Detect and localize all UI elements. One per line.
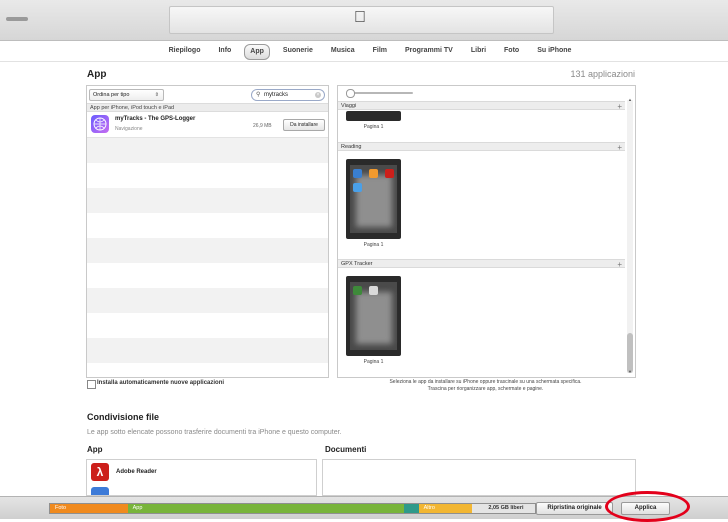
app-icon (353, 286, 362, 295)
file-sharing-title: Condivisione file (87, 412, 160, 422)
app-icon (369, 169, 378, 178)
app-icon (353, 183, 362, 192)
file-sharing-app-list: λ Adobe Reader (86, 459, 317, 496)
page-label: Pagina 1 (363, 359, 384, 365)
page-group-header: GPX Tracker + (338, 259, 625, 269)
device-tabs: Riepilogo Info App Suonerie Musica Film … (0, 44, 728, 60)
auto-install-label: Installa automaticamente nuove applicazi… (97, 380, 225, 386)
file-sharing-docs-header: Documenti (325, 445, 367, 454)
window-control-icon[interactable] (6, 17, 28, 21)
sort-select[interactable]: Ordina per tipo ⇳ (89, 89, 164, 101)
page-group-title: Reading (341, 144, 362, 150)
empty-row (87, 288, 328, 313)
capacity-segment: App (127, 504, 405, 513)
app-category: Navigazione (115, 126, 143, 132)
page-label: Pagina 1 (363, 124, 384, 130)
search-icon: ⚲ (256, 92, 261, 98)
install-button[interactable]: Da installare (283, 119, 325, 131)
tab-app[interactable]: App (244, 44, 270, 60)
search-input[interactable]: ⚲ mytracks × (251, 89, 325, 101)
page-group-header: Viaggi + (338, 101, 625, 111)
page-group-title: Viaggi (341, 103, 357, 109)
page-label: Pagina 1 (363, 242, 384, 248)
file-sharing-description: Le app sotto elencate possono trasferire… (87, 429, 342, 436)
app-icon (91, 487, 109, 495)
capacity-segment: Altro (418, 504, 472, 513)
empty-row (87, 338, 328, 363)
tab-su-iphone[interactable]: Su iPhone (532, 44, 576, 60)
capacity-segment: Foto (50, 504, 128, 513)
tab-programmi-tv[interactable]: Programmi TV (400, 44, 458, 60)
app-size: 26,9 MB (253, 123, 272, 129)
app-icon (369, 286, 378, 295)
add-icon[interactable]: + (617, 143, 622, 152)
app-icon (353, 169, 362, 178)
tab-libri[interactable]: Libri (466, 44, 491, 60)
hint-line: Trascina per riorganizzare app, schermat… (427, 386, 544, 392)
file-sharing-app-name[interactable]: Adobe Reader (116, 469, 157, 475)
blurred-content (356, 292, 392, 344)
annotation-highlight (605, 491, 690, 522)
list-item[interactable]: myTracks - The GPS-Logger Navigazione 26… (87, 113, 328, 138)
tab-riepilogo[interactable]: Riepilogo (164, 44, 206, 60)
auto-install-checkbox[interactable] (87, 380, 96, 389)
hint-text: Seleziona le app da installare su iPhone… (337, 379, 634, 393)
page-thumbnail[interactable] (346, 276, 401, 356)
tab-suonerie[interactable]: Suonerie (278, 44, 318, 60)
scrollbar-thumb[interactable] (627, 333, 633, 373)
add-icon[interactable]: + (617, 102, 622, 111)
capacity-bar: Foto App Altro 2,05 GB liberi (49, 503, 536, 514)
divider (0, 61, 728, 62)
search-value: mytracks (264, 92, 288, 98)
list-header: App per iPhone, iPod touch e iPad (87, 103, 328, 112)
page-thumbnail[interactable] (346, 111, 401, 121)
documents-list (322, 459, 636, 496)
empty-row (87, 188, 328, 213)
tab-film[interactable]: Film (368, 44, 392, 60)
home-screens-panel: Viaggi + Pagina 1 Reading + Pagina 1 GPX… (337, 85, 636, 378)
capacity-segment (404, 504, 419, 513)
page-thumbnail[interactable] (346, 159, 401, 239)
empty-row (87, 138, 328, 163)
tab-foto[interactable]: Foto (499, 44, 524, 60)
apple-logo-icon:  (352, 9, 368, 27)
slider-knob[interactable] (346, 89, 355, 98)
adobe-reader-icon: λ (91, 463, 109, 481)
clear-icon[interactable]: × (315, 92, 321, 98)
empty-row (87, 238, 328, 263)
tab-info[interactable]: Info (213, 44, 236, 60)
capacity-segment: 2,05 GB liberi (471, 504, 535, 513)
hint-line: Seleziona le app da installare su iPhone… (389, 379, 582, 385)
mytracks-app-icon (91, 115, 109, 133)
scroll-up-icon[interactable]: ▲ (628, 97, 632, 102)
app-list-panel: Ordina per tipo ⇳ ⚲ mytracks × App per i… (86, 85, 329, 378)
sort-value: Ordina per tipo (93, 92, 130, 98)
app-icon (385, 169, 394, 178)
add-icon[interactable]: + (617, 260, 622, 269)
tab-musica[interactable]: Musica (326, 44, 360, 60)
restore-button[interactable]: Ripristina originale (536, 502, 613, 515)
app-name: myTracks - The GPS-Logger (115, 116, 196, 122)
section-title: App (87, 69, 107, 80)
page-group-title: GPX Tracker (341, 261, 373, 267)
stepper-icon: ⇳ (154, 92, 159, 98)
page-group-header: Reading + (338, 142, 625, 152)
app-count: 131 applicazioni (570, 69, 635, 79)
zoom-slider[interactable] (348, 92, 413, 94)
file-sharing-app-header: App (87, 445, 103, 454)
scroll-down-icon[interactable]: ▼ (628, 369, 632, 374)
